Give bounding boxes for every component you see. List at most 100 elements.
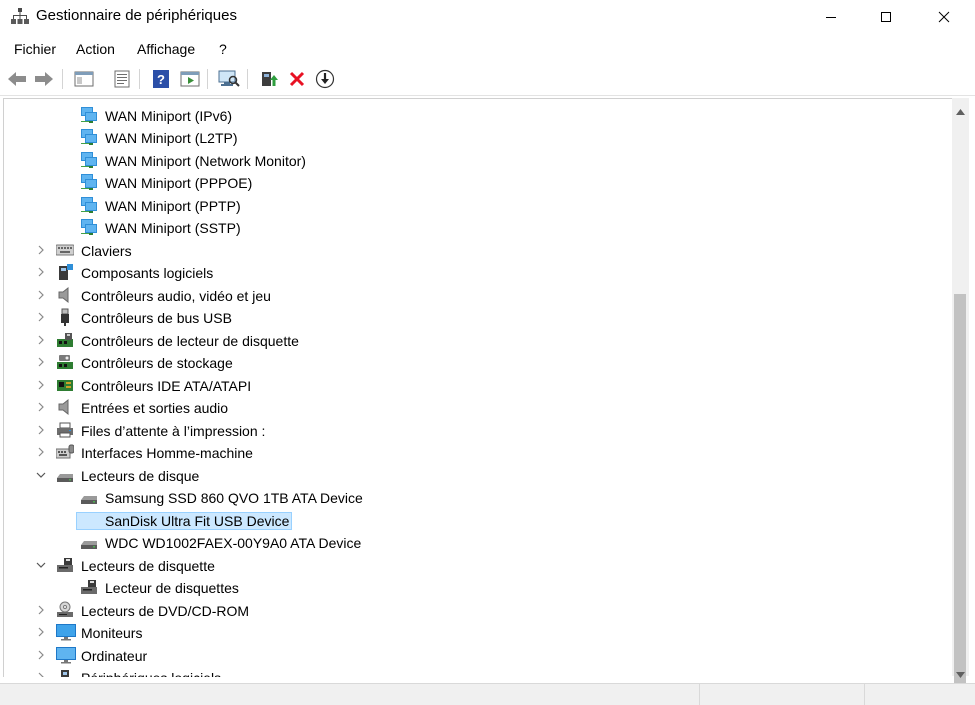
tree-item-ordinateur[interactable]: Ordinateur	[4, 644, 953, 666]
menu-fichier[interactable]: Fichier	[14, 41, 56, 57]
tree-item-controleurs-disquette[interactable]: Contrôleurs de lecteur de disquette	[4, 329, 953, 351]
tree-item-label: Entrées et sorties audio	[81, 400, 229, 416]
tree-item-label: Samsung SSD 860 QVO 1TB ATA Device	[105, 490, 363, 506]
floppy-drive-icon	[80, 578, 98, 596]
scrollbar-thumb[interactable]	[954, 294, 966, 690]
minimize-button[interactable]	[808, 0, 854, 33]
tree-item-moniteurs[interactable]: Moniteurs	[4, 621, 953, 643]
tree-item-label: Périphériques logiciels	[78, 669, 224, 677]
uninstall-device-icon[interactable]	[286, 68, 308, 90]
chevron-right-icon[interactable]	[34, 378, 48, 392]
tree-item-label: Lecteur de disquettes	[105, 580, 239, 596]
action-pane-icon[interactable]	[179, 68, 201, 90]
tree-item-samsung-ssd[interactable]: Samsung SSD 860 QVO 1TB ATA Device	[4, 486, 953, 508]
tree-item-label: Contrôleurs IDE ATA/ATAPI	[81, 378, 252, 394]
printer-icon	[56, 421, 74, 439]
tree-item-peripheriques-logiciels[interactable]: Périphériques logiciels	[4, 666, 953, 677]
chevron-right-icon[interactable]	[34, 400, 48, 414]
forward-arrow-icon[interactable]	[33, 68, 55, 90]
chevron-right-icon[interactable]	[34, 670, 48, 677]
scroll-up-icon[interactable]	[956, 102, 965, 120]
chevron-right-icon[interactable]	[34, 288, 48, 302]
ide-controller-icon	[56, 376, 74, 394]
chevron-right-icon[interactable]	[34, 355, 48, 369]
close-button[interactable]	[921, 0, 967, 33]
toolbar-separator	[62, 69, 63, 89]
chevron-right-icon[interactable]	[34, 603, 48, 617]
tree-item-label: WAN Miniport (IPv6)	[105, 108, 233, 124]
tree-item-label: Contrôleurs de bus USB	[81, 310, 232, 326]
chevron-down-icon[interactable]	[34, 558, 48, 572]
toolbar-separator	[139, 69, 140, 89]
toolbar-separator	[207, 69, 208, 89]
network-adapter-icon	[80, 173, 98, 191]
network-adapter-icon	[80, 106, 98, 124]
chevron-right-icon[interactable]	[34, 648, 48, 662]
tree-item-label: Contrôleurs de stockage	[81, 355, 233, 371]
tree-item-entrees-sorties-audio[interactable]: Entrées et sorties audio	[4, 396, 953, 418]
vertical-scrollbar[interactable]	[952, 98, 969, 690]
chevron-right-icon[interactable]	[34, 423, 48, 437]
status-bar	[0, 683, 975, 705]
scan-hardware-icon[interactable]	[218, 68, 240, 90]
speaker-icon	[56, 398, 74, 416]
chevron-right-icon[interactable]	[34, 243, 48, 257]
device-tree[interactable]: WAN Miniport (IPv6) WAN Miniport (L2TP) …	[3, 98, 953, 677]
tree-item-controleurs-audio[interactable]: Contrôleurs audio, vidéo et jeu	[4, 284, 953, 306]
tree-item-controleurs-usb[interactable]: Contrôleurs de bus USB	[4, 306, 953, 328]
toolbar: ?	[0, 63, 975, 96]
tree-item-claviers[interactable]: Claviers	[4, 239, 953, 261]
menu-bar: Fichier Action Affichage ?	[0, 38, 975, 62]
tree-item-label: Lecteurs de disquette	[81, 558, 215, 574]
properties-icon[interactable]	[111, 68, 133, 90]
chevron-right-icon[interactable]	[34, 310, 48, 324]
menu-action[interactable]: Action	[76, 41, 115, 57]
speaker-icon	[56, 286, 74, 304]
chevron-right-icon[interactable]	[34, 445, 48, 459]
chevron-down-icon[interactable]	[34, 468, 48, 482]
tree-item-label: Contrôleurs audio, vidéo et jeu	[81, 288, 271, 304]
tree-item-wan-ipv6[interactable]: WAN Miniport (IPv6)	[4, 104, 953, 126]
tree-item-wan-pppoe[interactable]: WAN Miniport (PPPOE)	[4, 171, 953, 193]
update-driver-icon[interactable]	[258, 68, 280, 90]
menu-affichage[interactable]: Affichage	[137, 41, 195, 57]
tree-item-wan-pptp[interactable]: WAN Miniport (PPTP)	[4, 194, 953, 216]
hid-icon	[55, 443, 75, 461]
tree-item-controleurs-ide[interactable]: Contrôleurs IDE ATA/ATAPI	[4, 374, 953, 396]
tree-item-label: Composants logiciels	[81, 265, 214, 281]
tree-item-lecteurs-disquette[interactable]: Lecteurs de disquette	[4, 554, 953, 576]
tree-item-lecteur-disquettes[interactable]: Lecteur de disquettes	[4, 576, 953, 598]
tree-item-label: WDC WD1002FAEX-00Y9A0 ATA Device	[105, 535, 362, 551]
tree-item-controleurs-stockage[interactable]: Contrôleurs de stockage	[4, 351, 953, 373]
menu-help[interactable]: ?	[219, 41, 227, 57]
tree-item-files-impression[interactable]: Files d’attente à l’impression :	[4, 419, 953, 441]
tree-item-lecteurs-disque[interactable]: Lecteurs de disque	[4, 464, 953, 486]
tree-item-wan-sstp[interactable]: WAN Miniport (SSTP)	[4, 216, 953, 238]
floppy-drive-icon	[56, 556, 74, 574]
scroll-down-icon[interactable]	[956, 665, 965, 683]
tree-item-sandisk[interactable]: SanDisk Ultra Fit USB Device	[4, 509, 953, 531]
help-icon[interactable]: ?	[150, 68, 172, 90]
chevron-right-icon[interactable]	[34, 265, 48, 279]
tree-item-composants-logiciels[interactable]: Composants logiciels	[4, 261, 953, 283]
chevron-right-icon[interactable]	[34, 333, 48, 347]
tree-item-interfaces-homme-machine[interactable]: Interfaces Homme-machine	[4, 441, 953, 463]
tree-item-wan-network-monitor[interactable]: WAN Miniport (Network Monitor)	[4, 149, 953, 171]
tree-item-wan-l2tp[interactable]: WAN Miniport (L2TP)	[4, 126, 953, 148]
tree-item-lecteurs-dvd[interactable]: Lecteurs de DVD/CD-ROM	[4, 599, 953, 621]
tree-item-wdc[interactable]: WDC WD1002FAEX-00Y9A0 ATA Device	[4, 531, 953, 553]
tree-item-label: Interfaces Homme-machine	[81, 445, 253, 461]
svg-text:?: ?	[157, 72, 165, 87]
tree-item-label: WAN Miniport (Network Monitor)	[105, 153, 306, 169]
monitor-icon	[56, 623, 76, 641]
toolbar-separator	[247, 69, 248, 89]
tree-item-label: WAN Miniport (SSTP)	[105, 220, 241, 236]
chevron-right-icon[interactable]	[34, 625, 48, 639]
show-hide-console-tree-icon[interactable]	[73, 68, 95, 90]
disk-drive-icon	[56, 466, 74, 484]
network-adapter-icon	[80, 196, 98, 214]
disable-device-icon[interactable]	[314, 68, 336, 90]
maximize-button[interactable]	[863, 0, 909, 33]
back-arrow-icon[interactable]	[6, 68, 28, 90]
device-manager-icon	[11, 7, 29, 25]
